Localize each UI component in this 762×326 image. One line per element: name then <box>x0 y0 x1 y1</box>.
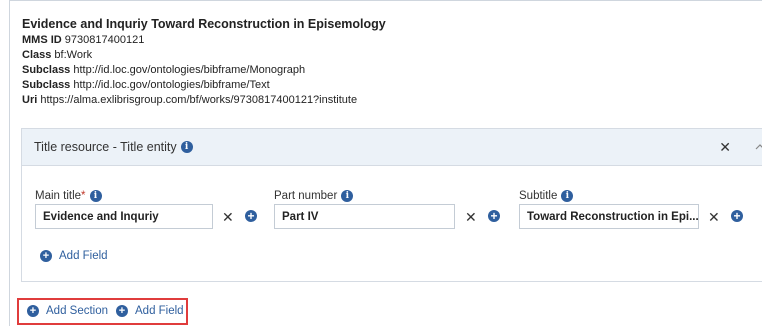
main-title-label: Main title * i <box>35 189 102 203</box>
clear-icon[interactable]: ✕ <box>465 210 477 224</box>
add-field-button[interactable]: + Add Field <box>116 305 184 317</box>
part-number-label: Part number i <box>274 189 354 203</box>
subclass-row-1: Subclass http://id.loc.gov/ontologies/bi… <box>22 63 386 78</box>
subclass-value-1: http://id.loc.gov/ontologies/bibframe/Mo… <box>73 64 306 76</box>
class-label: Class <box>22 49 52 61</box>
uri-label: Uri <box>22 94 38 106</box>
mms-id-row: MMS ID 9730817400121 <box>22 33 386 48</box>
subtitle-label: Subtitle i <box>519 189 574 203</box>
subclass-row-2: Subclass http://id.loc.gov/ontologies/bi… <box>22 78 386 93</box>
plus-circle-icon: + <box>27 305 39 317</box>
subclass-value-2: http://id.loc.gov/ontologies/bibframe/Te… <box>73 79 270 91</box>
clear-icon[interactable]: ✕ <box>708 210 720 224</box>
close-icon[interactable]: ✕ <box>719 139 731 156</box>
main-title-label-text: Main title <box>35 190 82 202</box>
plus-circle-icon: + <box>116 305 128 317</box>
main-title-input[interactable]: Evidence and Inquriy <box>35 204 213 229</box>
add-icon[interactable]: + <box>488 210 500 222</box>
chevron-up-icon[interactable] <box>750 144 762 150</box>
class-value: bf:Work <box>54 49 93 61</box>
subclass-label-2: Subclass <box>22 79 71 91</box>
subtitle-field: Subtitle i Toward Reconstruction in Epi.… <box>519 189 743 229</box>
add-section-button[interactable]: + Add Section <box>27 305 108 317</box>
required-marker: * <box>81 190 86 202</box>
subtitle-input[interactable]: Toward Reconstruction in Epi... <box>519 204 699 229</box>
section-header-actions: ✕ <box>719 129 762 165</box>
mms-id-value: 9730817400121 <box>64 34 145 46</box>
info-icon[interactable]: i <box>180 141 193 153</box>
section-title: Title resource - Title entity <box>34 140 177 154</box>
section-add-field-label: Add Field <box>59 250 108 262</box>
info-icon[interactable]: i <box>561 190 574 202</box>
info-icon[interactable]: i <box>89 190 102 202</box>
record-header: Evidence and Inquriy Toward Reconstructi… <box>22 17 386 108</box>
plus-circle-icon: + <box>40 250 52 262</box>
record-title: Evidence and Inquriy Toward Reconstructi… <box>22 17 386 31</box>
add-icon[interactable]: + <box>245 210 257 222</box>
part-number-field: Part number i Part IV ✕ + <box>274 189 500 229</box>
mms-id-label: MMS ID <box>22 34 62 46</box>
uri-row: Uri https://alma.exlibrisgroup.com/bf/wo… <box>22 93 386 108</box>
section-header: Title resource - Title entity i ✕ <box>22 129 762 166</box>
class-row: Class bf:Work <box>22 48 386 63</box>
add-icon[interactable]: + <box>731 210 743 222</box>
add-section-label: Add Section <box>46 305 109 317</box>
main-title-field: Main title * i Evidence and Inquriy ✕ + <box>35 189 257 229</box>
add-field-label: Add Field <box>135 305 184 317</box>
subclass-label-1: Subclass <box>22 64 71 76</box>
info-icon[interactable]: i <box>341 190 354 202</box>
part-number-input[interactable]: Part IV <box>274 204 455 229</box>
section-add-field-button[interactable]: + Add Field <box>40 250 108 262</box>
subtitle-label-text: Subtitle <box>519 190 558 202</box>
uri-value: https://alma.exlibrisgroup.com/bf/works/… <box>40 94 358 106</box>
clear-icon[interactable]: ✕ <box>222 210 234 224</box>
part-number-label-text: Part number <box>274 190 338 202</box>
